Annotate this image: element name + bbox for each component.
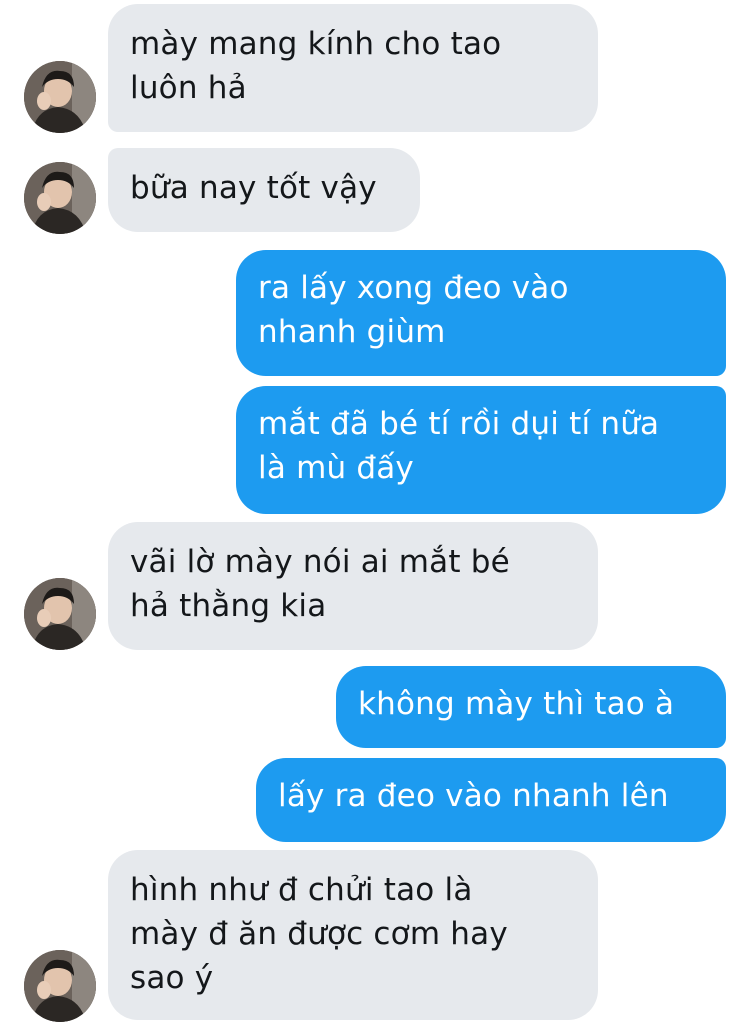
- incoming-message-bubble[interactable]: hình như đ chửi tao là mày đ ăn được cơm…: [108, 850, 598, 1020]
- contact-avatar[interactable]: [24, 162, 96, 234]
- outgoing-message-bubble[interactable]: không mày thì tao à: [336, 666, 726, 748]
- incoming-message-bubble[interactable]: mày mang kính cho tao luôn hả: [108, 4, 598, 132]
- avatar-photo-icon: [24, 61, 96, 133]
- contact-avatar[interactable]: [24, 578, 96, 650]
- incoming-message-bubble[interactable]: vãi lờ mày nói ai mắt bé hả thằng kia: [108, 522, 598, 650]
- avatar-photo-icon: [24, 578, 96, 650]
- outgoing-message-bubble[interactable]: lấy ra đeo vào nhanh lên: [256, 758, 726, 842]
- outgoing-message-bubble[interactable]: mắt đã bé tí rồi dụi tí nữa là mù đấy: [236, 386, 726, 514]
- contact-avatar[interactable]: [24, 950, 96, 1022]
- incoming-message-bubble[interactable]: bữa nay tốt vậy: [108, 148, 420, 232]
- contact-avatar[interactable]: [24, 61, 96, 133]
- outgoing-message-bubble[interactable]: ra lấy xong đeo vào nhanh giùm: [236, 250, 726, 376]
- avatar-photo-icon: [24, 950, 96, 1022]
- chat-thread: mày mang kính cho tao luôn hả bữa nay tố…: [0, 0, 750, 1033]
- avatar-photo-icon: [24, 162, 96, 234]
